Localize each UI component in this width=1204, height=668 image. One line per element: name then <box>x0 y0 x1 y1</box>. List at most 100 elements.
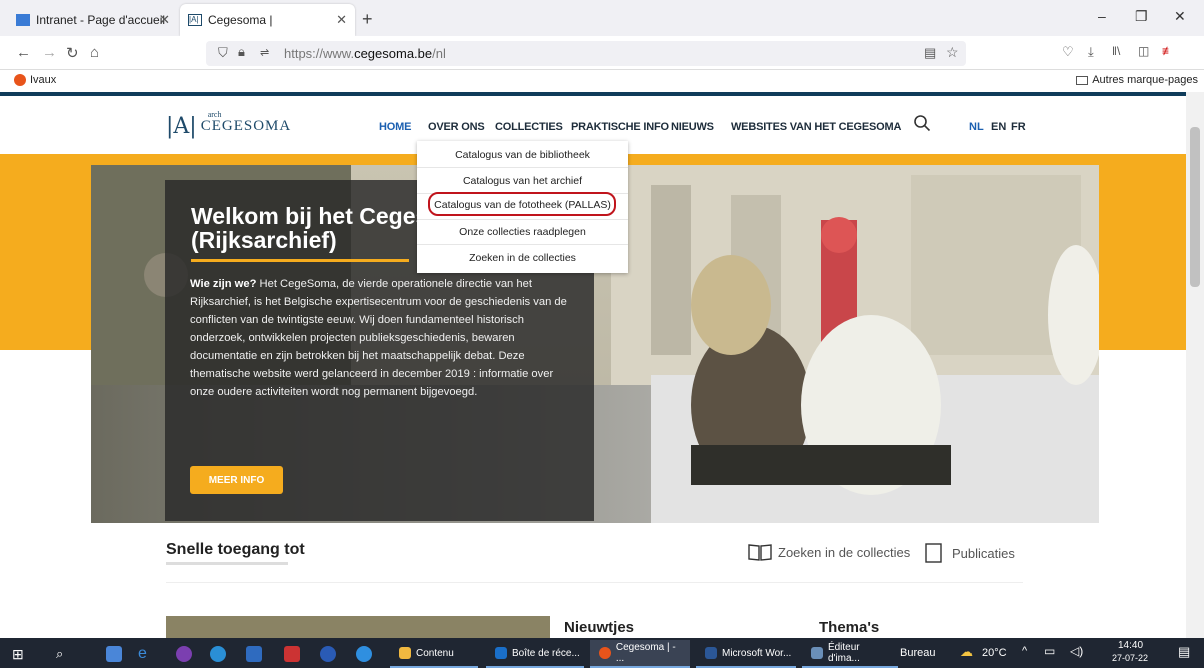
restore-button[interactable]: ❐ <box>1135 8 1148 25</box>
bookmark-star-icon[interactable]: ☆ <box>946 44 959 61</box>
close-tab-icon[interactable]: ✕ <box>159 12 170 28</box>
meer-info-button[interactable]: MEER INFO <box>190 466 283 494</box>
word-icon <box>705 647 717 659</box>
close-tab-icon[interactable]: ✕ <box>336 12 347 28</box>
app-icon[interactable] <box>284 645 300 663</box>
sidebar-icon[interactable]: ◫ <box>1138 44 1149 58</box>
lock-icon[interactable]: 🔒︎ <box>238 44 245 60</box>
themes-heading: Thema's <box>819 619 880 636</box>
network-icon[interactable]: ▭ <box>1044 644 1055 658</box>
firefox-icon <box>14 74 26 86</box>
browser-tab-bar: Intranet - Page d'accueil ✕ |A| Cegesoma… <box>0 0 1204 36</box>
skype-icon[interactable] <box>356 645 372 663</box>
taskbar-app-firefox[interactable]: Cegesoma | - ... <box>590 640 690 668</box>
back-arrow-icon[interactable]: ← <box>16 44 31 61</box>
taskbar-app-word[interactable]: Microsoft Wor... <box>696 640 796 668</box>
intranet-favicon-icon <box>16 14 30 26</box>
home-icon[interactable]: ⌂ <box>90 44 99 61</box>
windows-start-icon[interactable]: ⊞ <box>12 645 24 663</box>
tab-intranet[interactable]: Intranet - Page d'accueil ✕ <box>8 4 178 36</box>
taskbar-app-image-editor[interactable]: Éditeur d'ima... <box>802 640 898 668</box>
url-text[interactable]: https://www.cegesoma.be/nl <box>284 46 446 61</box>
dropdown-item-raadplegen[interactable]: Onze collecties raadplegen <box>417 226 628 238</box>
extension-icon[interactable]: ≢ <box>1162 44 1174 58</box>
cegesoma-favicon-icon: |A| <box>188 14 202 26</box>
page-scrollbar[interactable] <box>1186 92 1204 638</box>
bureau-toolbar[interactable]: Bureau <box>900 647 935 659</box>
menu-websites[interactable]: WEBSITES VAN HET CEGESOMA <box>731 121 901 133</box>
pocket-icon[interactable]: ♡ <box>1062 44 1074 60</box>
divider <box>417 167 628 168</box>
tab-title: Intranet - Page d'accueil <box>36 13 166 27</box>
scrollbar-thumb[interactable] <box>1190 127 1200 287</box>
weather-icon[interactable]: ☁ <box>960 644 973 660</box>
shield-icon[interactable]: ⛉ <box>218 45 228 61</box>
cegesoma-logo[interactable]: |A| arch CEGESOMA <box>166 110 292 139</box>
menu-over-ons[interactable]: OVER ONS <box>428 121 485 133</box>
taskbar-app-contenu[interactable]: Contenu <box>390 640 478 668</box>
lang-nl[interactable]: NL <box>969 121 984 133</box>
taskbar-app-outlook[interactable]: Boîte de réce... <box>486 640 584 668</box>
reader-view-icon[interactable]: ▤ <box>924 45 936 61</box>
tray-chevron-icon[interactable]: ^ <box>1022 645 1027 657</box>
news-heading: Nieuwtjes <box>564 619 635 636</box>
lang-fr[interactable]: FR <box>1011 121 1026 133</box>
menu-home[interactable]: HOME <box>379 121 411 133</box>
reload-icon[interactable]: ↻ <box>66 44 79 62</box>
quick-access-heading: Snelle toegang tot <box>166 541 305 558</box>
app-icon[interactable] <box>176 645 192 663</box>
hero-text: Wie zijn we? Het CegeSoma, de vierde ope… <box>190 278 567 398</box>
menu-praktische-info[interactable]: PRAKTISCHE INFO <box>571 121 669 133</box>
outlook-icon <box>495 647 507 659</box>
dropdown-item-archief[interactable]: Catalogus van het archief <box>417 175 628 187</box>
clock-time[interactable]: 14:40 <box>1118 640 1143 651</box>
minimize-button[interactable]: – <box>1098 8 1106 24</box>
app-icon[interactable] <box>246 645 262 663</box>
search-icon[interactable] <box>913 114 931 132</box>
website-content: |A| arch CEGESOMA HOME OVER ONS COLLECTIE… <box>0 92 1186 638</box>
app-icon[interactable] <box>210 645 226 663</box>
forward-arrow-icon[interactable]: → <box>42 44 57 61</box>
news-thumbnail[interactable] <box>166 616 550 638</box>
other-bookmarks[interactable]: Autres marque-pages <box>1076 74 1198 86</box>
quick-link-zoeken[interactable]: Zoeken in de collecties <box>748 543 910 561</box>
tab-cegesoma[interactable]: |A| Cegesoma | ✕ <box>180 4 355 36</box>
temperature[interactable]: 20°C <box>982 647 1007 659</box>
address-bar[interactable]: ⛉ 🔒︎ ⇌ https://www.cegesoma.be/nl ▤ ☆ <box>206 41 966 66</box>
divider <box>166 582 1023 583</box>
divider <box>417 244 628 245</box>
clock-date[interactable]: 27-07-22 <box>1112 653 1148 663</box>
dropdown-item-bibliotheek[interactable]: Catalogus van de bibliotheek <box>417 149 628 161</box>
permissions-icon[interactable]: ⇌ <box>260 46 269 59</box>
folder-icon <box>1076 75 1089 85</box>
top-accent-line <box>0 92 1186 96</box>
task-view-icon[interactable] <box>106 645 122 663</box>
browser-nav-bar: ← → ↻ ⌂ ⛉ 🔒︎ ⇌ https://www.cegesoma.be/n… <box>0 36 1204 70</box>
bookmarks-bar: Ivaux Autres marque-pages <box>0 70 1204 92</box>
notifications-icon[interactable]: ▤ <box>1178 644 1190 660</box>
quick-link-publicaties[interactable]: Publicaties <box>924 543 1015 563</box>
image-editor-icon <box>811 647 823 659</box>
new-tab-button[interactable]: + <box>362 9 373 30</box>
folder-icon <box>399 647 411 659</box>
document-icon <box>925 543 942 563</box>
volume-icon[interactable]: ◁) <box>1070 644 1083 658</box>
bookmark-ivaux[interactable]: Ivaux <box>14 74 56 86</box>
book-icon <box>748 544 772 561</box>
close-window-button[interactable]: ✕ <box>1174 8 1186 25</box>
edge-icon[interactable]: e <box>138 645 147 663</box>
menu-collecties[interactable]: COLLECTIES <box>495 121 563 133</box>
logo-text: arch CEGESOMA <box>200 110 292 134</box>
menu-nieuws[interactable]: NIEUWS <box>671 121 714 133</box>
tab-title: Cegesoma | <box>208 13 273 27</box>
app-icon[interactable] <box>320 645 336 663</box>
firefox-icon <box>599 647 611 659</box>
windows-taskbar: ⊞ ⌕ e Contenu Boîte de réce... Cegesoma … <box>0 638 1204 668</box>
search-icon[interactable]: ⌕ <box>56 645 63 663</box>
divider <box>417 219 628 220</box>
library-icon[interactable]: ‖\ <box>1112 44 1120 58</box>
dropdown-item-zoeken[interactable]: Zoeken in de collecties <box>417 252 628 264</box>
download-icon[interactable]: ⤓ <box>1088 44 1094 60</box>
lang-en[interactable]: EN <box>991 121 1006 133</box>
heading-underline <box>166 562 288 565</box>
